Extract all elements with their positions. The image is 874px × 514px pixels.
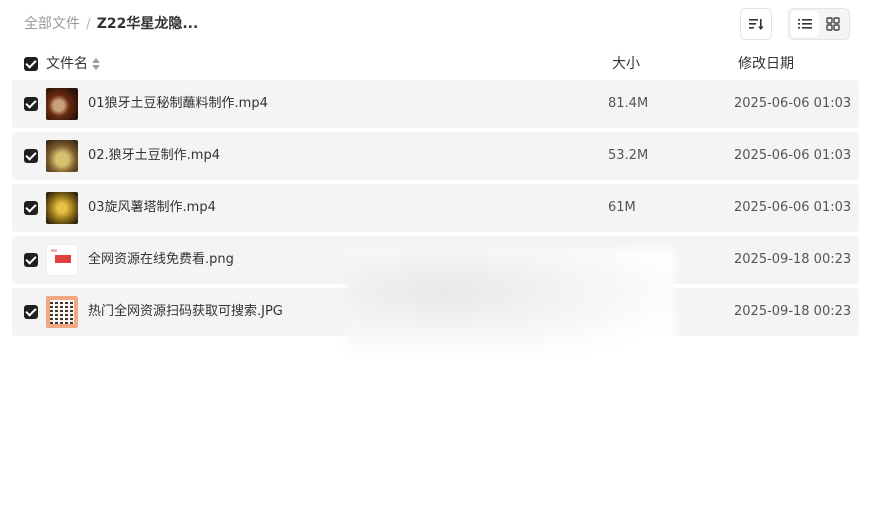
file-row[interactable]: 01狼牙土豆秘制蘸料制作.mp4 81.4M 2025-06-06 01:03 [12, 80, 859, 128]
grid-view-button[interactable] [819, 11, 847, 37]
date-column-header[interactable]: 修改日期 [738, 55, 794, 73]
sort-button[interactable] [740, 8, 772, 40]
file-name[interactable]: 01狼牙土豆秘制蘸料制作.mp4 [88, 95, 268, 113]
video-thumbnail [46, 88, 78, 120]
breadcrumb: 全部文件 / Z22华星龙隐... [24, 15, 198, 33]
view-toggle [788, 8, 850, 40]
breadcrumb-current-folder: Z22华星龙隐... [96, 16, 199, 32]
row-checkbox[interactable] [24, 97, 38, 111]
top-bar: 全部文件 / Z22华星龙隐... [0, 0, 874, 48]
sort-icon [749, 19, 764, 30]
image-thumbnail [46, 244, 78, 276]
file-name[interactable]: 全网资源在线免费看.png [88, 251, 234, 269]
row-checkbox[interactable] [24, 149, 38, 163]
file-date: 2025-09-18 00:23 [734, 252, 852, 267]
file-date: 2025-06-06 01:03 [734, 96, 852, 111]
file-size: 53.2M [608, 148, 649, 163]
file-date: 2025-06-06 01:03 [734, 200, 852, 215]
size-column-header[interactable]: 大小 [612, 55, 640, 73]
row-checkbox[interactable] [24, 253, 38, 267]
file-size: 81.4M [608, 96, 649, 111]
file-name[interactable]: 03旋风薯塔制作.mp4 [88, 199, 216, 217]
list-view-button[interactable] [791, 11, 819, 37]
video-thumbnail [46, 192, 78, 224]
blurred-overlay [346, 248, 675, 356]
column-header: 文件名 大小 修改日期 [12, 52, 859, 76]
grid-view-icon [826, 17, 840, 31]
video-thumbnail [46, 140, 78, 172]
breadcrumb-root-link[interactable]: 全部文件 [24, 16, 80, 32]
file-date: 2025-06-06 01:03 [734, 148, 852, 163]
row-checkbox[interactable] [24, 201, 38, 215]
file-date: 2025-09-18 00:23 [734, 304, 852, 319]
name-column-label: 文件名 [46, 56, 88, 72]
file-row[interactable]: 03旋风薯塔制作.mp4 61M 2025-06-06 01:03 [12, 184, 859, 232]
file-size: 61M [608, 200, 636, 215]
qr-code-thumbnail [46, 296, 78, 328]
row-checkbox[interactable] [24, 305, 38, 319]
breadcrumb-separator: / [86, 16, 91, 32]
file-row[interactable]: 02.狼牙土豆制作.mp4 53.2M 2025-06-06 01:03 [12, 132, 859, 180]
file-name[interactable]: 02.狼牙土豆制作.mp4 [88, 147, 220, 165]
sort-arrows-icon [92, 58, 100, 70]
file-name[interactable]: 热门全网资源扫码获取可搜索.JPG [88, 303, 283, 321]
list-view-icon [798, 19, 812, 29]
name-column-header[interactable]: 文件名 [46, 55, 100, 73]
select-all-checkbox[interactable] [24, 57, 38, 71]
